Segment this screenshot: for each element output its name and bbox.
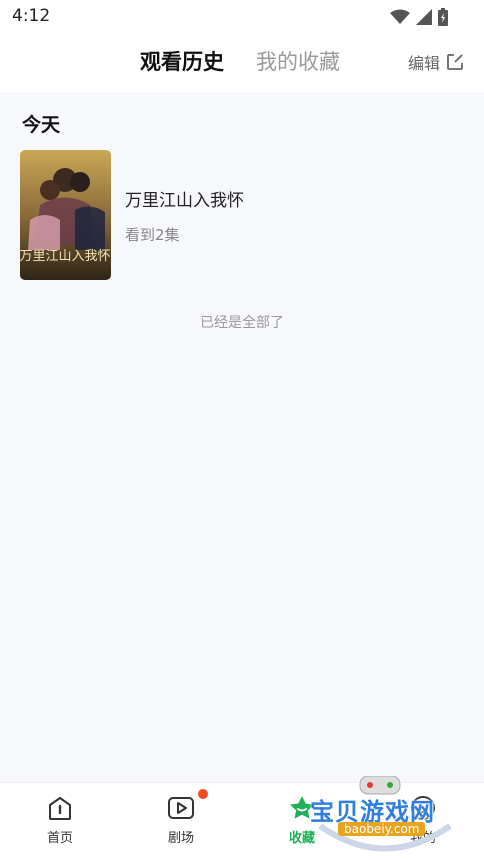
status-bar: 4:12 — [0, 0, 484, 34]
main-content: 今天 万里江山入我怀 万里江山入我怀 看到2集 已经是全部了 — [0, 92, 484, 782]
drama-poster[interactable]: 万里江山入我怀 — [20, 150, 111, 280]
edit-icon — [447, 54, 463, 70]
drama-title[interactable]: 万里江山入我怀 — [125, 186, 244, 211]
status-time: 4:12 — [12, 6, 51, 26]
notification-dot — [198, 789, 208, 799]
nav-home[interactable]: 首页 — [20, 793, 100, 846]
nav-theater[interactable]: 剧场 — [141, 793, 221, 846]
nav-home-label: 首页 — [46, 831, 73, 846]
poster-image: 万里江山入我怀 — [20, 150, 111, 280]
section-title-today: 今天 — [22, 114, 61, 136]
signal-icon — [416, 9, 432, 25]
wifi-icon — [390, 9, 410, 24]
watch-progress: 看到2集 — [125, 226, 180, 244]
end-of-list-hint: 已经是全部了 — [200, 315, 284, 331]
tab-watch-history[interactable]: 观看历史 — [140, 46, 224, 76]
status-icons — [390, 8, 448, 26]
nav-theater-label: 剧场 — [167, 831, 194, 846]
edit-label: 编辑 — [407, 54, 440, 73]
tab-my-favorites[interactable]: 我的收藏 — [256, 46, 340, 76]
history-item[interactable]: 万里江山入我怀 万里江山入我怀 看到2集 — [20, 150, 464, 280]
watermark: 宝贝游戏网 baobeiy.com — [300, 776, 470, 858]
poster-title: 万里江山入我怀 — [20, 249, 111, 264]
watermark-url: baobeiy.com — [338, 822, 426, 836]
header: 观看历史 我的收藏 编辑 — [0, 34, 484, 92]
play-icon — [168, 797, 194, 819]
home-icon — [49, 796, 71, 820]
edit-button[interactable]: 编辑 — [408, 50, 464, 74]
battery-icon — [438, 8, 448, 26]
